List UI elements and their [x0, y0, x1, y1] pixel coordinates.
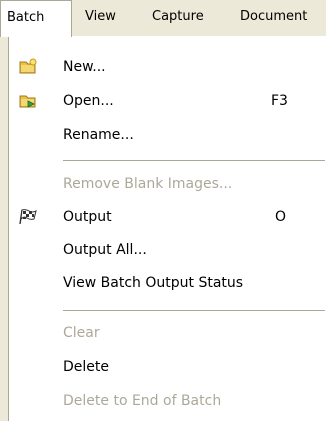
menu-item-shortcut: F3: [271, 93, 288, 109]
checkered-flag-icon: [19, 208, 37, 225]
menu-item-label: Delete: [63, 359, 109, 375]
menu-item-view-batch-output-status[interactable]: View Batch Output Status: [9, 266, 326, 300]
menu-batch[interactable]: Batch: [0, 0, 72, 37]
menu-separator: [63, 160, 325, 162]
menu-item-label: Remove Blank Images...: [63, 176, 233, 192]
menu-item-open[interactable]: Open... F3: [9, 84, 326, 118]
menu-capture[interactable]: Capture: [152, 0, 204, 36]
menu-item-output-all[interactable]: Output All...: [9, 233, 326, 267]
menu-item-clear[interactable]: Clear: [9, 316, 326, 350]
menu-item-delete-to-end-of-batch[interactable]: Delete to End of Batch: [9, 384, 326, 418]
menu-item-new[interactable]: New...: [9, 50, 326, 84]
menu-item-label: Output: [63, 209, 112, 225]
menu-item-rename[interactable]: Rename...: [9, 118, 326, 152]
menu-item-label: Output All...: [63, 242, 147, 258]
menu-item-output[interactable]: Output O: [9, 200, 326, 234]
batch-dropdown-menu: New... Open... F3 Rename... Remove Blank…: [8, 36, 326, 421]
menu-item-delete[interactable]: Delete: [9, 350, 326, 384]
folder-new-icon: [19, 58, 37, 75]
menu-item-remove-blank-images[interactable]: Remove Blank Images...: [9, 167, 326, 201]
folder-open-icon: [19, 92, 37, 109]
menu-item-shortcut: O: [275, 209, 287, 225]
menu-item-label: View Batch Output Status: [63, 275, 244, 291]
menu-item-label: New...: [63, 59, 106, 75]
menu-separator: [63, 310, 325, 312]
menu-item-label: Rename...: [63, 127, 134, 143]
menu-item-label: Clear: [63, 325, 100, 341]
menu-item-label: Delete to End of Batch: [63, 393, 222, 409]
menu-view[interactable]: View: [85, 0, 116, 36]
window-edge: [0, 36, 8, 421]
menu-document[interactable]: Document: [240, 0, 307, 36]
menu-item-label: Open...: [63, 93, 114, 109]
menu-bar: Batch View Capture Document: [0, 0, 326, 37]
